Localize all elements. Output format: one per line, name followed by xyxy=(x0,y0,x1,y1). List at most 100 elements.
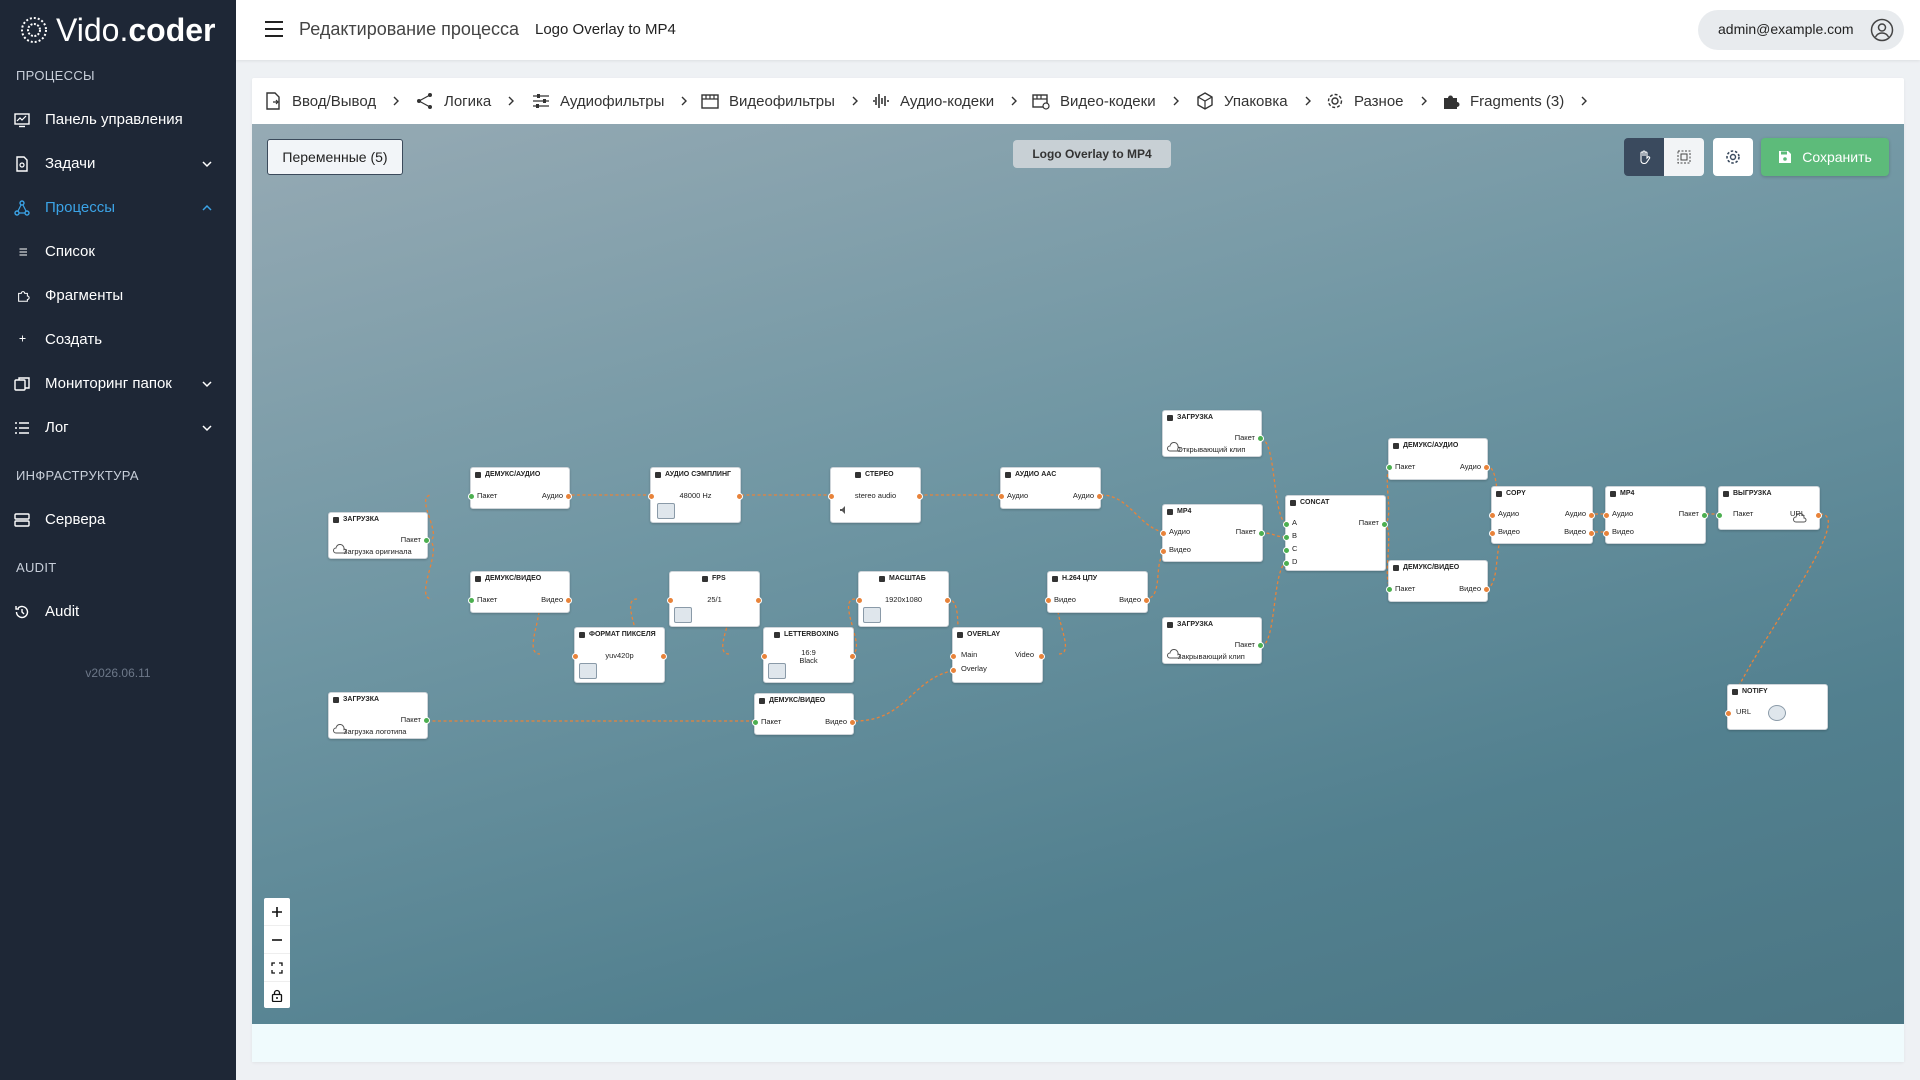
input-port[interactable] xyxy=(950,653,957,660)
chevron-down-icon[interactable] xyxy=(200,377,214,391)
output-port[interactable] xyxy=(736,493,743,500)
node-concat[interactable]: CONCAT A B C D Пакет xyxy=(1283,495,1388,571)
chevron-down-icon[interactable] xyxy=(200,157,214,171)
node-load-original[interactable]: ЗАГРУЗКА Пакет Загрузка оригинала xyxy=(328,512,430,559)
output-port[interactable] xyxy=(1258,530,1265,537)
input-port[interactable] xyxy=(1283,534,1290,541)
input-port[interactable] xyxy=(1160,548,1167,555)
input-port[interactable] xyxy=(1160,530,1167,537)
select-mode-button[interactable] xyxy=(1664,138,1704,176)
input-port[interactable] xyxy=(1283,547,1290,554)
input-port[interactable] xyxy=(1045,597,1052,604)
node-mp4-2[interactable]: MP4 Аудио Видео Пакет xyxy=(1603,486,1708,544)
output-port[interactable] xyxy=(849,653,856,660)
node-mp4-1[interactable]: MP4 Аудио Видео Пакет xyxy=(1160,504,1265,562)
node-scale[interactable]: МАСШТАБ 1920x1080 xyxy=(856,571,951,627)
sidebar-item-fragments[interactable]: Фрагменты xyxy=(0,276,236,316)
node-h264-cpu[interactable]: H.264 ЦПУ Видео Видео xyxy=(1045,571,1150,613)
input-port[interactable] xyxy=(856,597,863,604)
brand-logo[interactable]: Vido. coder xyxy=(20,10,216,50)
input-port[interactable] xyxy=(1716,512,1723,519)
input-port[interactable] xyxy=(468,597,475,604)
input-port[interactable] xyxy=(752,719,759,726)
output-port[interactable] xyxy=(423,537,430,544)
sidebar-item-list[interactable]: Список xyxy=(0,232,236,272)
sidebar-item-audit[interactable]: Audit xyxy=(0,592,236,632)
input-port[interactable] xyxy=(667,597,674,604)
category-io[interactable]: Ввод/Вывод xyxy=(264,91,402,111)
output-port[interactable] xyxy=(565,493,572,500)
output-port[interactable] xyxy=(1257,642,1264,649)
node-pixel-format[interactable]: ФОРМАТ ПИКСЕЛЯ yuv420p xyxy=(572,627,667,683)
category-video-codecs[interactable]: Видео-кодеки xyxy=(1032,91,1182,111)
output-port[interactable] xyxy=(849,719,856,726)
category-audio-filters[interactable]: Аудиофильтры xyxy=(532,91,690,111)
input-port[interactable] xyxy=(1283,560,1290,567)
pan-mode-button[interactable] xyxy=(1624,138,1664,176)
output-port[interactable] xyxy=(1257,435,1264,442)
sidebar-item-folder-monitoring[interactable]: Мониторинг папок xyxy=(0,364,236,404)
save-button[interactable]: Сохранить xyxy=(1761,138,1889,176)
node-letterboxing[interactable]: LETTERBOXING 16:9 Black xyxy=(761,627,856,683)
output-port[interactable] xyxy=(916,493,923,500)
category-fragments[interactable]: Fragments (3) xyxy=(1442,91,1590,111)
input-port[interactable] xyxy=(950,667,957,674)
canvas-settings-button[interactable] xyxy=(1713,138,1753,176)
chevron-up-icon[interactable] xyxy=(200,201,214,215)
input-port[interactable] xyxy=(468,493,475,500)
node-audio-aac[interactable]: АУДИО AAC Аудио Аудио xyxy=(998,467,1103,509)
input-port[interactable] xyxy=(1603,530,1610,537)
node-audio-resample[interactable]: АУДИО СЭМПЛИНГ 48000 Hz xyxy=(648,467,743,523)
output-port[interactable] xyxy=(944,597,951,604)
input-port[interactable] xyxy=(1283,521,1290,528)
sidebar-item-processes[interactable]: Процессы xyxy=(0,188,236,228)
zoom-out-button[interactable] xyxy=(264,926,290,954)
node-demux-video-3[interactable]: ДЕМУКС/ВИДЕО Пакет Видео xyxy=(1386,560,1490,602)
sidebar-item-dashboard[interactable]: Панель управления xyxy=(0,100,236,140)
zoom-in-button[interactable] xyxy=(264,898,290,926)
node-upload[interactable]: ВЫГРУЗКА Пакет URL xyxy=(1716,486,1822,530)
output-port[interactable] xyxy=(1483,586,1490,593)
output-port[interactable] xyxy=(1096,493,1103,500)
node-demux-audio-1[interactable]: ДЕМУКС/АУДИО Пакет Аудио xyxy=(468,467,572,509)
category-packaging[interactable]: Упаковка xyxy=(1196,91,1314,111)
category-logic[interactable]: Логика xyxy=(416,91,517,111)
input-port[interactable] xyxy=(998,493,1005,500)
variables-button[interactable]: Переменные (5) xyxy=(267,139,403,175)
chevron-down-icon[interactable] xyxy=(200,421,214,435)
node-demux-video-2[interactable]: ДЕМУКС/ВИДЕО Пакет Видео xyxy=(752,693,856,735)
output-port[interactable] xyxy=(1483,464,1490,471)
output-port[interactable] xyxy=(660,653,667,660)
node-demux-video-1[interactable]: ДЕМУКС/ВИДЕО Пакет Видео xyxy=(468,571,572,613)
sidebar-item-log[interactable]: Лог xyxy=(0,408,236,448)
sidebar-item-tasks[interactable]: Задачи xyxy=(0,144,236,184)
input-port[interactable] xyxy=(572,653,579,660)
output-port[interactable] xyxy=(755,597,762,604)
node-load-closing-clip[interactable]: ЗАГРУЗКА Пакет Закрывающий клип xyxy=(1162,617,1264,664)
output-port[interactable] xyxy=(565,597,572,604)
output-port[interactable] xyxy=(1815,512,1822,519)
input-port[interactable] xyxy=(1725,710,1732,717)
input-port[interactable] xyxy=(761,653,768,660)
sidebar-item-servers[interactable]: Сервера xyxy=(0,500,236,540)
output-port[interactable] xyxy=(1588,530,1595,537)
node-load-logo[interactable]: ЗАГРУЗКА Пакет Загрузка логотипа xyxy=(328,692,430,739)
output-port[interactable] xyxy=(1381,521,1388,528)
node-demux-audio-2[interactable]: ДЕМУКС/АУДИО Пакет Аудио xyxy=(1386,438,1490,480)
input-port[interactable] xyxy=(1386,586,1393,593)
user-menu[interactable]: admin@example.com xyxy=(1698,10,1904,50)
node-notify[interactable]: NOTIFY URL xyxy=(1725,684,1828,730)
output-port[interactable] xyxy=(1701,512,1708,519)
sidebar-item-create[interactable]: Создать xyxy=(0,320,236,360)
flow-canvas[interactable]: ЗАГРУЗКА Пакет Загрузка оригинала ЗАГРУЗ… xyxy=(252,124,1904,1024)
category-audio-codecs[interactable]: Аудио-кодеки xyxy=(872,91,1020,111)
output-port[interactable] xyxy=(1143,597,1150,604)
category-video-filters[interactable]: Видеофильтры xyxy=(701,91,861,111)
input-port[interactable] xyxy=(1603,512,1610,519)
node-overlay[interactable]: OVERLAY Main Overlay Video xyxy=(950,627,1045,683)
input-port[interactable] xyxy=(1489,530,1496,537)
input-port[interactable] xyxy=(648,493,655,500)
menu-icon[interactable] xyxy=(264,20,284,38)
node-fps[interactable]: FPS 25/1 xyxy=(667,571,762,627)
output-port[interactable] xyxy=(1588,512,1595,519)
